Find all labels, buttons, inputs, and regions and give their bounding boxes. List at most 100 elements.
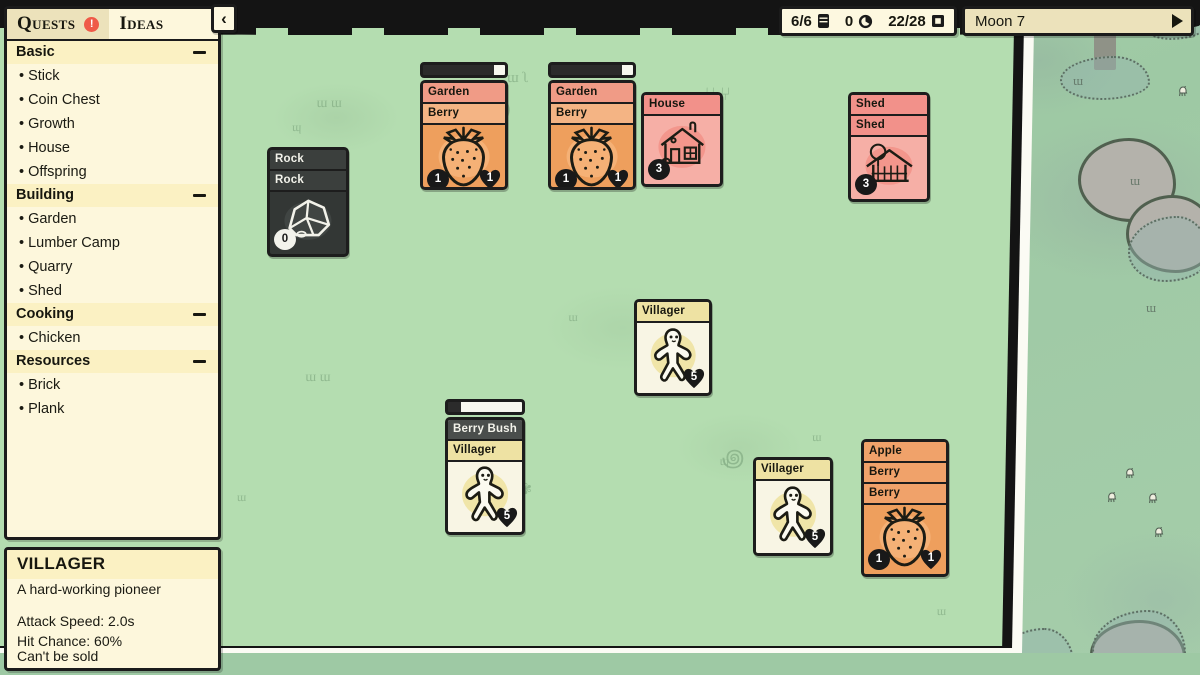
- collapse-panel-button[interactable]: ‹: [211, 4, 237, 33]
- card-header[interactable]: Villager: [637, 302, 709, 323]
- quest-item-label: Brick: [28, 377, 61, 393]
- count-badge: 1: [868, 549, 890, 570]
- play-arrow-icon[interactable]: [1172, 14, 1183, 28]
- quest-item-label: Stick: [28, 68, 60, 84]
- card-header[interactable]: Rock: [270, 150, 346, 171]
- card-art-area: 5: [756, 481, 830, 553]
- count-badge: 3: [648, 159, 670, 180]
- quest-group-header[interactable]: Resources: [7, 350, 218, 373]
- quest-group-title: Building: [16, 187, 74, 203]
- card-progress-fill: [622, 65, 633, 75]
- bullet-icon: •: [19, 235, 25, 251]
- quest-item[interactable]: • Brick: [7, 373, 218, 397]
- card-art-area: 5: [448, 462, 522, 532]
- house-card[interactable]: House 3: [641, 92, 723, 187]
- quest-item[interactable]: • Growth: [7, 112, 218, 136]
- badge-value: 1: [486, 171, 494, 184]
- card-header[interactable]: Shed: [851, 116, 927, 137]
- quest-group-list[interactable]: Basic • Stick • Coin Chest • Growth • House • Offs…: [7, 41, 218, 421]
- quest-group-title: Resources: [16, 353, 91, 369]
- garden-berry-card[interactable]: Garden Berry 1 1: [420, 80, 508, 190]
- quest-group-header[interactable]: Basic: [7, 41, 218, 64]
- hud-stat-storage[interactable]: 22/28: [888, 13, 945, 30]
- minus-icon[interactable]: [193, 193, 206, 197]
- resource-hud: 6/6 0 22/28: [779, 6, 957, 36]
- badge-value: 5: [811, 530, 819, 543]
- hud-stat-coins[interactable]: 0: [845, 13, 873, 30]
- quest-group-header[interactable]: Cooking: [7, 303, 218, 326]
- quest-item[interactable]: • Quarry: [7, 255, 218, 279]
- card-header[interactable]: Villager: [756, 460, 830, 481]
- quest-item-label: Garden: [28, 211, 77, 227]
- apple-berry-card[interactable]: Apple Berry Berry 1 1: [861, 439, 949, 577]
- card-art-area: 11: [551, 125, 633, 187]
- badge-value: 5: [690, 370, 698, 383]
- card-progress-fill: [461, 402, 522, 412]
- quest-item[interactable]: • Stick: [7, 64, 218, 88]
- card-progress-bar: [548, 62, 636, 78]
- minus-icon[interactable]: [193, 312, 206, 316]
- tab-quests-label: Quests: [17, 13, 76, 34]
- info-footer: Can't be sold: [7, 646, 218, 666]
- quest-item-label: Coin Chest: [28, 92, 100, 108]
- card-header[interactable]: Rock: [270, 171, 346, 192]
- card-progress-bar: [445, 399, 525, 415]
- quest-item[interactable]: • Offspring: [7, 160, 218, 184]
- quest-item-label: Shed: [28, 283, 62, 299]
- card-info-panel: VILLAGER A hard-working pioneer Attack S…: [4, 547, 221, 671]
- badge-value: 1: [614, 171, 622, 184]
- quest-group-title: Basic: [16, 44, 55, 60]
- rock-card[interactable]: Rock Rock 0: [267, 147, 349, 257]
- card-header[interactable]: House: [644, 95, 720, 116]
- quest-item[interactable]: • Coin Chest: [7, 88, 218, 112]
- health-badge: 5: [683, 368, 705, 389]
- bullet-icon: •: [19, 401, 25, 417]
- card-art-area: 5: [637, 323, 709, 393]
- bullet-icon: •: [19, 164, 25, 180]
- quest-item[interactable]: • Chicken: [7, 326, 218, 350]
- health-badge: 5: [496, 507, 518, 528]
- card-header[interactable]: Apple: [864, 442, 946, 463]
- bullet-icon: •: [19, 259, 25, 275]
- count-badge: 1: [427, 168, 449, 187]
- hud-stat-deck[interactable]: 6/6: [791, 13, 830, 30]
- quest-group-header[interactable]: Building: [7, 184, 218, 207]
- tab-ideas[interactable]: Ideas: [109, 9, 174, 39]
- quest-item[interactable]: • Plank: [7, 397, 218, 421]
- quest-group-title: Cooking: [16, 306, 74, 322]
- card-header[interactable]: Garden: [423, 83, 505, 104]
- bullet-icon: •: [19, 92, 25, 108]
- tab-quests[interactable]: Quests !: [7, 9, 110, 39]
- minus-icon[interactable]: [193, 359, 206, 363]
- card-art-area: 11: [864, 505, 946, 574]
- garden-berry-card[interactable]: Garden Berry 1 1: [548, 80, 636, 190]
- quest-item-label: Quarry: [28, 259, 73, 275]
- quest-item[interactable]: • Lumber Camp: [7, 231, 218, 255]
- quest-item-label: Offspring: [28, 164, 87, 180]
- villager-card[interactable]: Villager 5: [634, 299, 712, 396]
- quest-item-label: House: [28, 140, 70, 156]
- bullet-icon: •: [19, 68, 25, 84]
- quest-item[interactable]: • House: [7, 136, 218, 160]
- card-header[interactable]: Berry Bush: [448, 420, 522, 441]
- quests-panel[interactable]: Quests ! Ideas Basic • Stick • Coin Chest • Gr…: [4, 6, 221, 540]
- minus-icon[interactable]: [193, 50, 206, 54]
- card-header[interactable]: Shed: [851, 95, 927, 116]
- card-header[interactable]: Berry: [864, 463, 946, 484]
- shed-card[interactable]: Shed Shed 3: [848, 92, 930, 202]
- moon-phase-bar[interactable]: Moon 7: [962, 6, 1194, 36]
- badge-value: 1: [927, 551, 935, 564]
- card-header[interactable]: Garden: [551, 83, 633, 104]
- bullet-icon: •: [19, 330, 25, 346]
- card-header[interactable]: Villager: [448, 441, 522, 462]
- berry-bush-card[interactable]: Berry Bush Villager 5: [445, 417, 525, 535]
- quest-item[interactable]: • Shed: [7, 279, 218, 303]
- quest-item[interactable]: • Garden: [7, 207, 218, 231]
- bullet-icon: •: [19, 283, 25, 299]
- panel-tabs[interactable]: Quests ! Ideas: [7, 9, 218, 41]
- villager-card[interactable]: Villager 5: [753, 457, 833, 556]
- quest-item-label: Chicken: [28, 330, 81, 346]
- quests-alert-icon[interactable]: !: [84, 16, 100, 32]
- card-progress-fill: [494, 65, 505, 75]
